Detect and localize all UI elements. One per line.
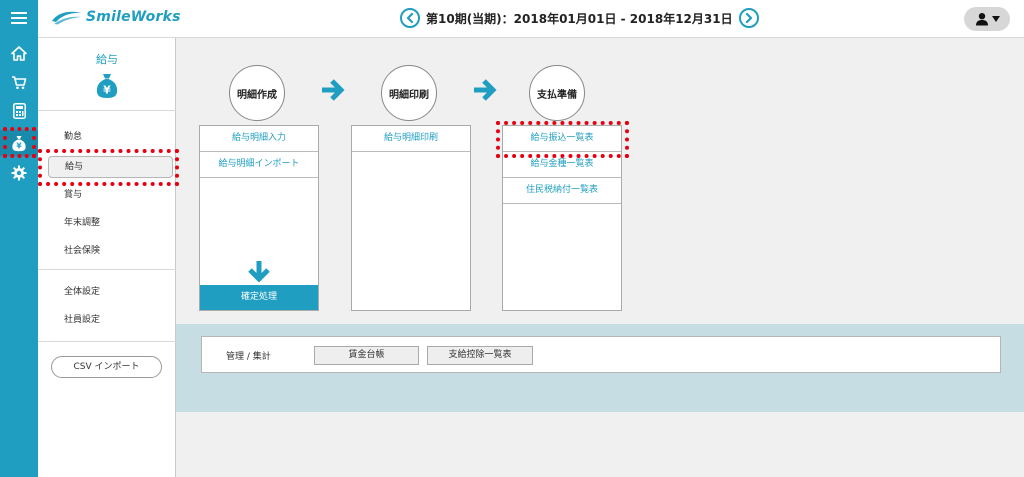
chevron-left-icon (406, 13, 414, 23)
calculator-icon[interactable] (0, 98, 38, 124)
period-label: 第10期(当期)：2018年01月01日 - 2018年12月31日 (426, 11, 733, 26)
icon-rail: ¥ (0, 0, 38, 477)
sidebar-item-payroll[interactable]: 給与 (48, 156, 173, 178)
payment-deduction-list-button[interactable]: 支給控除一覧表 (427, 346, 533, 365)
payroll-statement-import-link[interactable]: 給与明細インポート (200, 152, 318, 178)
logo-swoosh-icon (52, 11, 82, 25)
sidebar-item-bonus[interactable]: 賞与 (64, 186, 82, 204)
payment-preparation-column: 給与振込一覧表 給与金種一覧表 住民税納付一覧表 (502, 125, 622, 311)
period-selector: 第10期(当期)：2018年01月01日 - 2018年12月31日 (400, 8, 759, 28)
step-payment-preparation: 支払準備 (529, 65, 585, 121)
create-statements-column: 給与明細入力 給与明細インポート 確定処理 (199, 125, 319, 311)
csv-import-button[interactable]: CSV インポート (51, 356, 162, 378)
payroll-denomination-list-link[interactable]: 給与金種一覧表 (503, 152, 621, 178)
arrow-right-icon (322, 79, 345, 101)
sidebar-item-general-settings[interactable]: 全体設定 (64, 283, 100, 301)
sidebar-item-year-end-adjustment[interactable]: 年末調整 (64, 214, 100, 232)
payroll-sidebar: 給与 ¥ 勤怠 給与 賞与 年末調整 社会保険 全体設定 社員設定 CSV イン… (38, 38, 176, 477)
resident-tax-payment-list-link[interactable]: 住民税納付一覧表 (503, 178, 621, 204)
arrow-right-icon (474, 79, 497, 101)
gear-icon[interactable] (0, 160, 38, 186)
user-icon (975, 13, 988, 26)
sidebar-item-employee-settings[interactable]: 社員設定 (64, 311, 100, 329)
payroll-transfer-list-link[interactable]: 給与振込一覧表 (503, 126, 621, 152)
sidebar-divider (38, 341, 176, 342)
chevron-right-icon (745, 13, 752, 23)
arrow-down-icon (248, 261, 270, 282)
app-root: ¥ SmileWorks 第10期(当期)：2018年01月01日 - 2018… (0, 0, 1024, 477)
management-label: 管理 / 集計 (226, 352, 271, 362)
sidebar-title: 給与 (96, 53, 118, 66)
main-content: 明細作成 明細印刷 支払準備 給与明細入力 給与明細インポート 確定処理 給与明… (176, 38, 1024, 477)
svg-text:¥: ¥ (16, 141, 22, 150)
step-create-statements: 明細作成 (229, 65, 285, 121)
wage-ledger-button[interactable]: 賃金台帳 (314, 346, 419, 365)
money-bag-icon[interactable]: ¥ (0, 130, 38, 156)
svg-text:¥: ¥ (103, 84, 111, 97)
menu-icon[interactable] (0, 5, 38, 31)
next-period-button[interactable] (738, 8, 759, 28)
payroll-statement-print-link[interactable]: 給与明細印刷 (352, 126, 470, 152)
management-band: 管理 / 集計 賃金台帳 支給控除一覧表 (176, 324, 1024, 412)
payroll-statement-entry-link[interactable]: 給与明細入力 (200, 126, 318, 152)
sidebar-item-attendance[interactable]: 勤怠 (64, 128, 82, 146)
sidebar-item-social-insurance[interactable]: 社会保険 (64, 242, 100, 260)
sidebar-header: 給与 ¥ (38, 38, 176, 111)
home-icon[interactable] (0, 40, 38, 66)
print-statements-column: 給与明細印刷 (351, 125, 471, 311)
smileworks-logo[interactable]: SmileWorks (50, 9, 181, 25)
user-menu-button[interactable] (964, 7, 1010, 31)
money-bag-icon: ¥ (95, 73, 119, 103)
logo-text: SmileWorks (86, 9, 181, 25)
confirm-process-button[interactable]: 確定処理 (200, 285, 318, 310)
top-header: SmileWorks 第10期(当期)：2018年01月01日 - 2018年1… (38, 0, 1024, 38)
previous-period-button[interactable] (400, 8, 420, 28)
step-print-statements: 明細印刷 (381, 65, 437, 121)
sidebar-divider (38, 269, 176, 270)
caret-down-icon (991, 16, 1000, 22)
cart-icon[interactable] (0, 69, 38, 95)
management-panel: 管理 / 集計 賃金台帳 支給控除一覧表 (201, 336, 1001, 373)
